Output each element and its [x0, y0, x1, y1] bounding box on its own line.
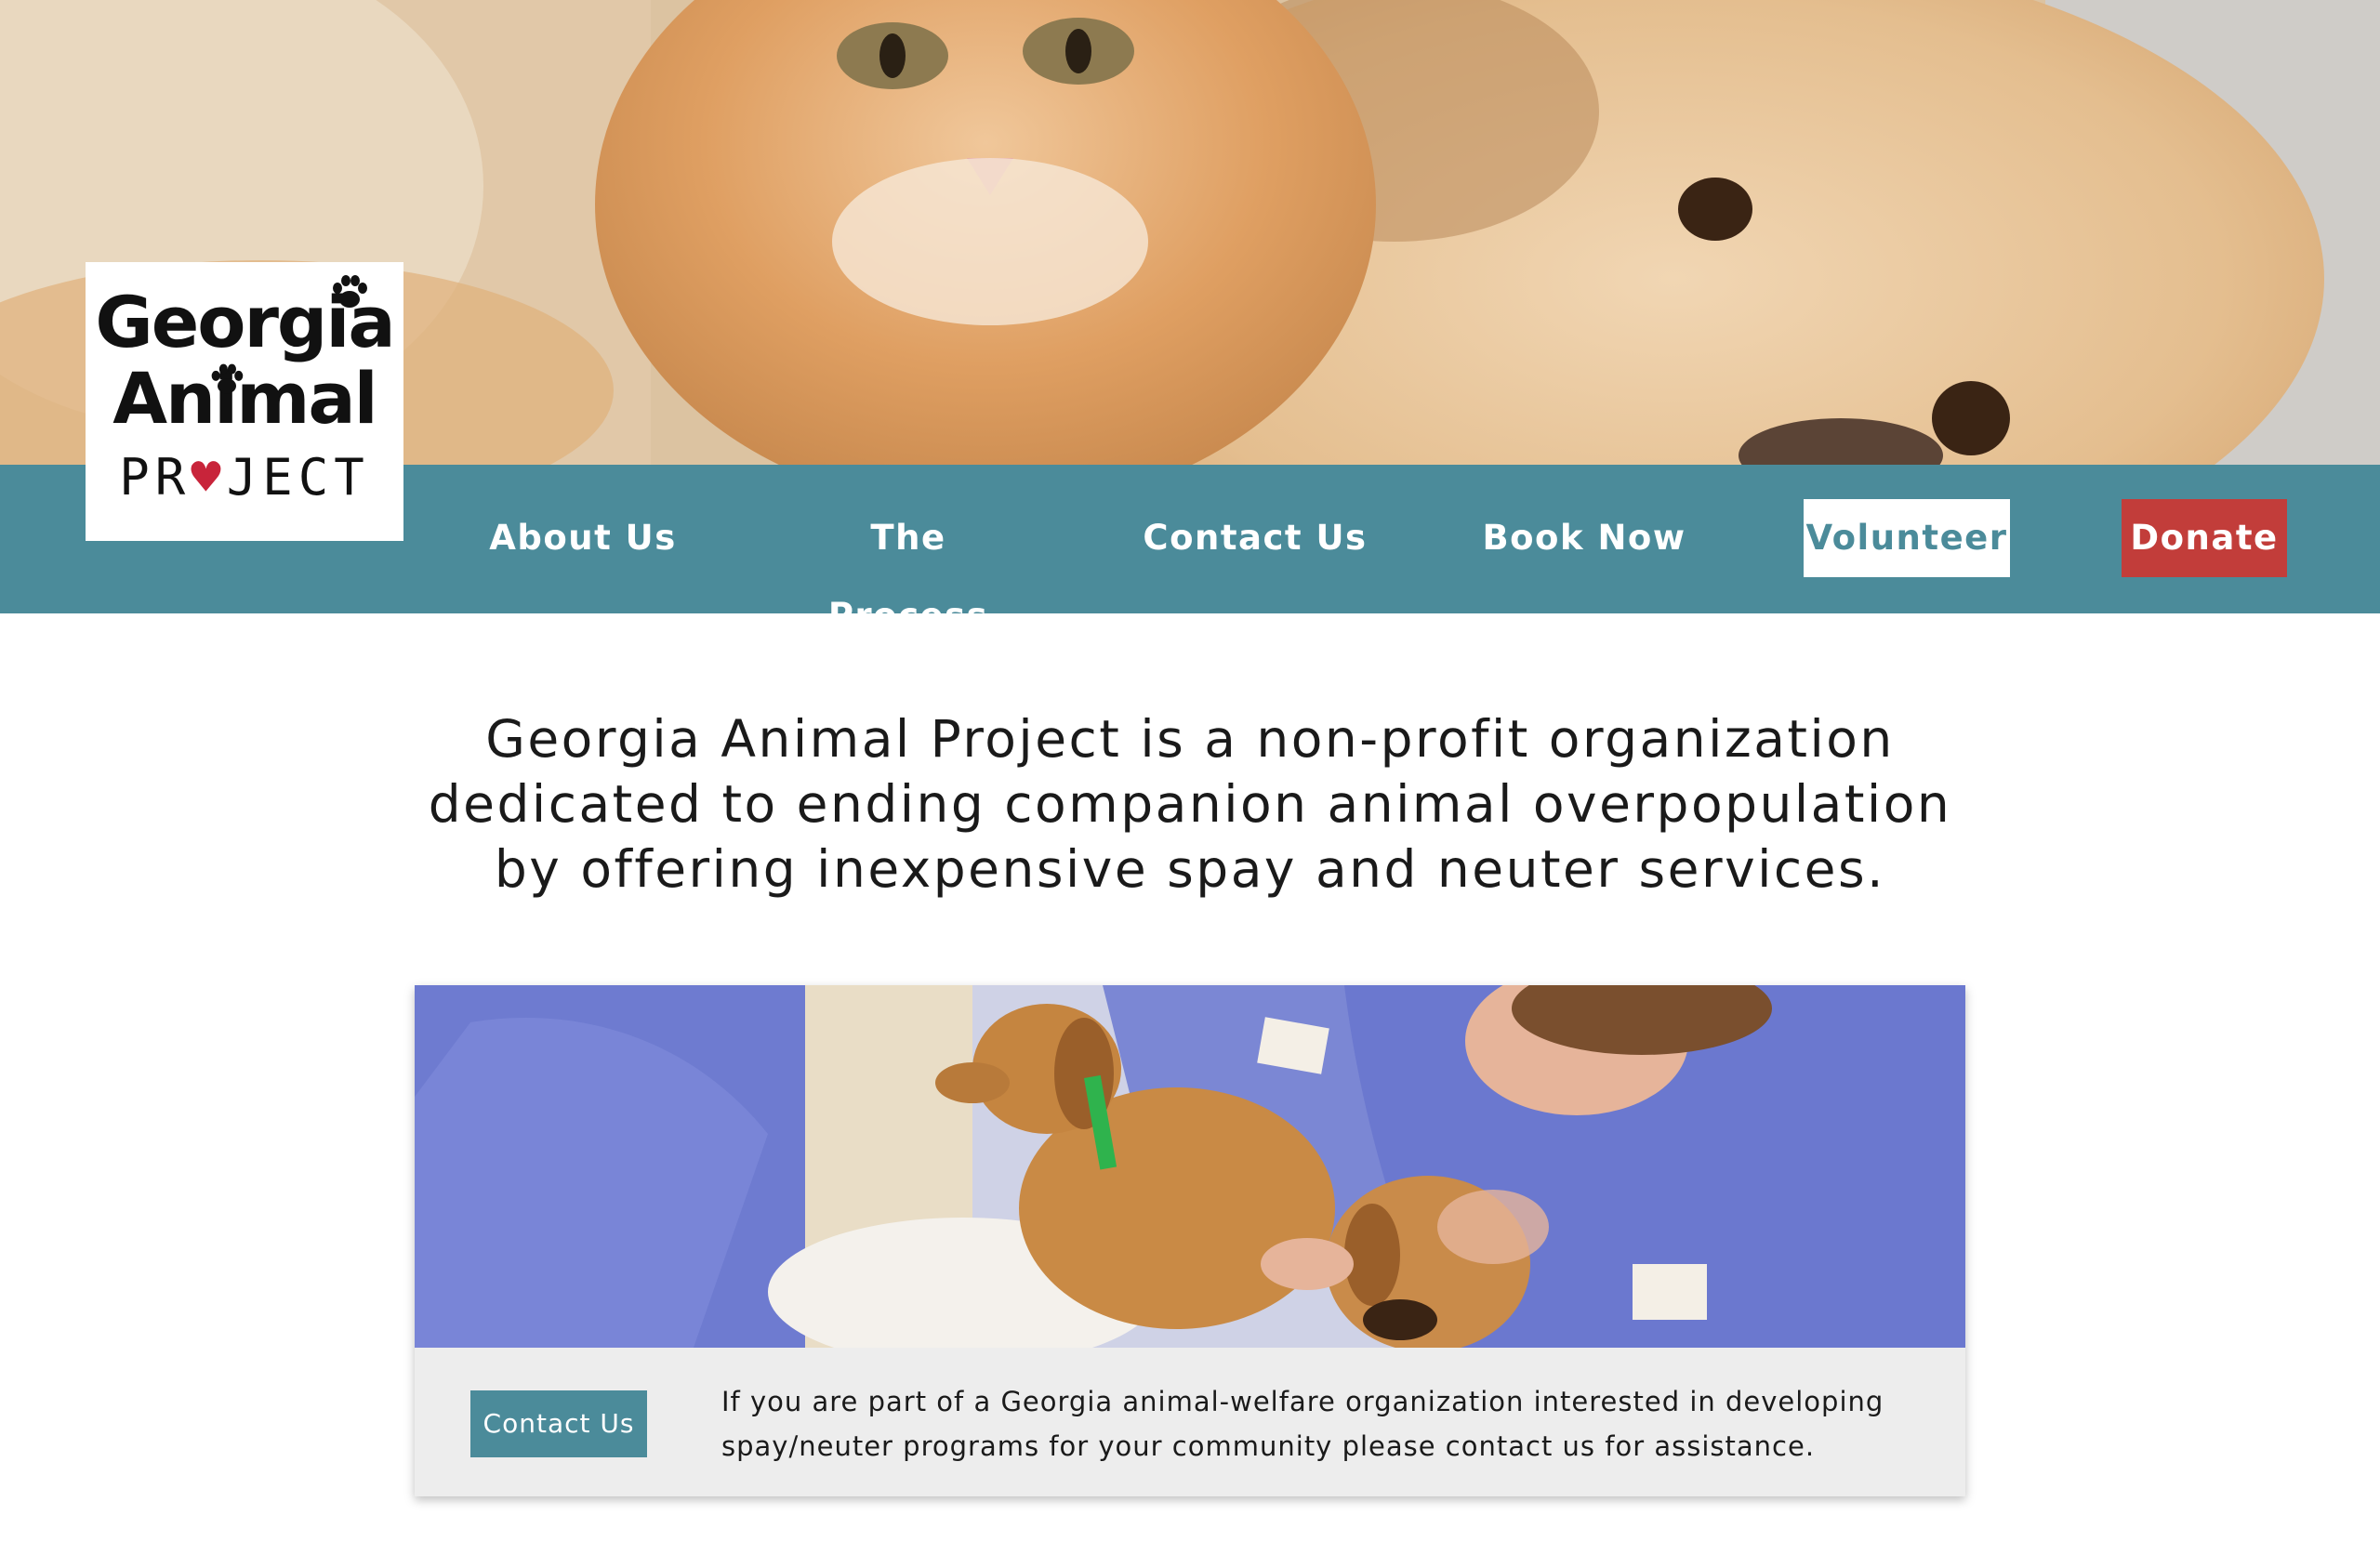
- paw-print-icon: [211, 363, 244, 394]
- paw-print-icon: [333, 275, 367, 308]
- nav-the-process[interactable]: The Process: [792, 499, 1025, 636]
- contact-card: Contact Us If you are part of a Georgia …: [415, 985, 1965, 1496]
- heart-icon: ♥: [191, 448, 227, 507]
- vet-staff-puppies-photo: [415, 985, 1965, 1348]
- mission-statement: Georgia Animal Project is a non-profit o…: [428, 709, 1952, 899]
- logo-project-part1: PR: [119, 448, 192, 507]
- card-body-text: If you are part of a Georgia animal-welf…: [721, 1386, 1884, 1462]
- nav-book-now[interactable]: Book Now: [1480, 499, 1688, 577]
- donate-button[interactable]: Donate: [2122, 499, 2287, 577]
- site-logo[interactable]: Georgia Animal PR♥JECT: [86, 262, 403, 541]
- nav-contact-us[interactable]: Contact Us: [1134, 499, 1376, 577]
- nav-about-us[interactable]: About Us: [476, 499, 690, 577]
- contact-us-button[interactable]: Contact Us: [470, 1390, 647, 1457]
- logo-line-project: PR♥JECT: [86, 448, 403, 507]
- volunteer-button[interactable]: Volunteer: [1804, 499, 2010, 577]
- logo-project-part2: JECT: [226, 448, 370, 507]
- vet-photo-illustration: [415, 985, 1965, 1348]
